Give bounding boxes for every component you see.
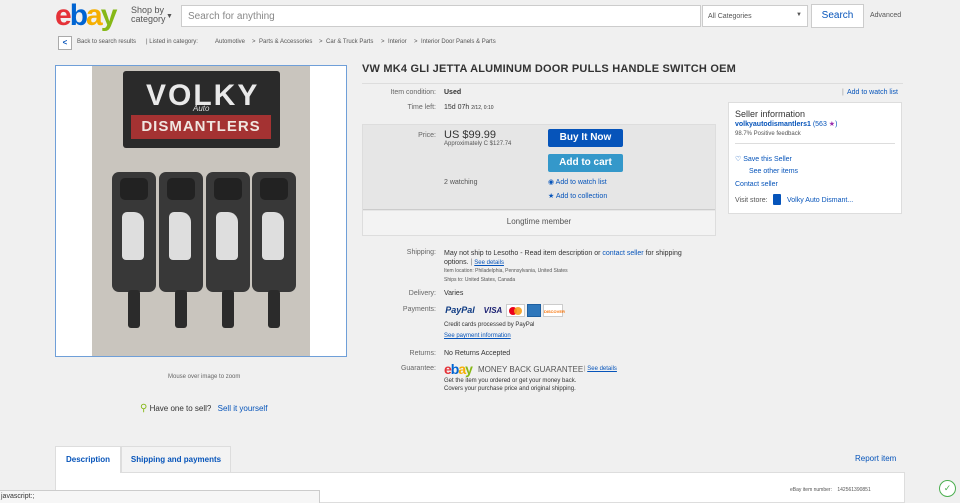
site-header: ebay Shop by category ▼ Search for anyth… xyxy=(0,0,960,34)
caret-down-icon: ▼ xyxy=(796,12,802,18)
breadcrumb-door-panels[interactable]: Interior Door Panels & Parts xyxy=(421,39,496,45)
shield-check-icon[interactable]: ✓ xyxy=(939,480,956,497)
condition-label: Item condition: xyxy=(390,89,436,96)
visit-store-label: Visit store: xyxy=(735,197,768,204)
guarantee-line-2: Covers your purchase price and original … xyxy=(444,386,576,392)
save-seller-link[interactable]: ♡ Save this Seller xyxy=(735,155,792,163)
visa-logo: VISA xyxy=(483,306,503,315)
ebay-guarantee-logo: ebay xyxy=(444,361,473,377)
have-one-to-sell: ⚲ Have one to sell? Sell it yourself xyxy=(140,403,268,414)
breadcrumb-automotive[interactable]: Automotive xyxy=(215,39,245,45)
delivery-label: Delivery: xyxy=(408,290,436,297)
breadcrumb-sep: > xyxy=(319,39,323,45)
caret-down-icon: ▼ xyxy=(166,13,173,20)
price-value: US $99.99 xyxy=(444,129,496,141)
bag-icon: ⚲ xyxy=(140,403,148,414)
back-to-search-link[interactable]: Back to search results xyxy=(77,39,136,45)
returns-value: No Returns Accepted xyxy=(444,350,511,357)
ebay-logo[interactable]: ebay xyxy=(55,1,117,31)
ships-to: Ships to: United States, Canada xyxy=(444,277,516,283)
breadcrumb-sep: > xyxy=(252,39,256,45)
door-handle xyxy=(206,172,250,328)
positive-feedback: 98.7% Positive feedback xyxy=(735,131,801,137)
product-photo[interactable]: VOLKY Auto DISMANTLERS xyxy=(92,66,310,356)
credit-cards-text: Credit cards processed by PayPal xyxy=(444,322,535,328)
returns-label: Returns: xyxy=(409,350,436,357)
contact-seller-link[interactable]: contact seller xyxy=(602,250,643,257)
breadcrumb-parts[interactable]: Parts & Accessories xyxy=(259,39,312,45)
breadcrumb-interior[interactable]: Interior xyxy=(388,39,407,45)
door-handle xyxy=(112,172,156,328)
report-item-link[interactable]: Report item xyxy=(855,454,896,463)
longtime-member-badge: Longtime member xyxy=(363,211,715,235)
add-to-collection-link[interactable]: ★ Add to collection xyxy=(548,192,607,200)
tab-description[interactable]: Description xyxy=(55,446,121,473)
dismantler-sign: VOLKY Auto DISMANTLERS xyxy=(123,71,280,148)
approx-price: Approximately C $127.74 xyxy=(444,141,512,147)
store-link[interactable]: Volky Auto Dismant... xyxy=(787,197,853,204)
buy-it-now-button[interactable]: Buy It Now xyxy=(548,129,623,147)
discover-logo: DISCOVER xyxy=(543,304,565,317)
guarantee-line-1: Get the item you ordered or get your mon… xyxy=(444,378,577,384)
time-left-label: Time left: xyxy=(407,104,436,111)
guarantee-label: Guarantee: xyxy=(400,365,436,372)
feedback-score-link[interactable]: (563 ★) xyxy=(813,121,838,128)
shop-by-category-button[interactable]: Shop by category ▼ xyxy=(131,6,173,24)
breadcrumb-car-truck[interactable]: Car & Truck Parts xyxy=(326,39,373,45)
door-handle xyxy=(252,172,296,328)
paypal-logo: PayPal xyxy=(445,305,475,315)
search-input[interactable]: Search for anything xyxy=(181,5,701,27)
seller-name-row: volkyautodismantlers1 (563 ★) xyxy=(735,120,837,128)
amex-logo xyxy=(527,304,541,317)
shipping-label: Shipping: xyxy=(406,249,436,256)
see-other-items-link[interactable]: See other items xyxy=(749,168,798,175)
search-button[interactable]: Search xyxy=(811,4,864,28)
condition-value: Used xyxy=(444,89,462,96)
item-number: eBay item number: 142561390851 xyxy=(790,487,871,493)
title-divider xyxy=(362,83,903,84)
add-to-watch-list-link[interactable]: ◉ Add to watch list xyxy=(548,178,607,186)
money-back-guarantee-title: MONEY BACK GUARANTEE xyxy=(478,365,584,374)
star-icon: ★ xyxy=(548,193,555,200)
see-payment-info-link[interactable]: See payment information xyxy=(444,333,511,339)
shipping-text: May not ship to Lesotho - Read item desc… xyxy=(444,250,682,266)
breadcrumb-sep: > xyxy=(381,39,385,45)
tab-shipping-payments[interactable]: Shipping and payments xyxy=(121,446,231,473)
item-title: VW MK4 GLI JETTA ALUMINUM DOOR PULLS HAN… xyxy=(362,63,736,75)
shipping-see-details-link[interactable]: See details xyxy=(474,260,504,266)
seller-information-panel: Seller information volkyautodismantlers1… xyxy=(728,102,902,214)
advanced-search-link[interactable]: Advanced xyxy=(870,12,901,19)
mastercard-logo xyxy=(506,304,525,317)
listed-in-label: | Listed in category: xyxy=(146,39,198,45)
divider xyxy=(735,143,895,144)
payments-label: Payments: xyxy=(402,306,436,313)
eye-icon: ◉ xyxy=(548,179,555,186)
divider-pipe: | xyxy=(842,89,844,96)
seller-heading: Seller information xyxy=(735,109,806,119)
back-arrow-icon[interactable]: < xyxy=(58,36,72,50)
price-box: Longtime member xyxy=(362,124,716,236)
time-left-value: 15d 07h 2/12, 0:10 xyxy=(444,104,494,111)
breadcrumb-sep: > xyxy=(414,39,418,45)
zoom-hint: Mouse over image to zoom xyxy=(168,374,241,380)
seller-name-link[interactable]: volkyautodismantlers1 xyxy=(735,121,811,128)
guarantee-see-details[interactable]: | See details xyxy=(584,366,617,372)
heart-icon: ♡ xyxy=(735,156,742,163)
item-location: Item location: Philadelphia, Pennsylvani… xyxy=(444,268,568,274)
price-label: Price: xyxy=(418,132,436,139)
watching-count: 2 watching xyxy=(444,179,478,186)
contact-seller-link[interactable]: Contact seller xyxy=(735,181,778,188)
add-to-cart-button[interactable]: Add to cart xyxy=(548,154,623,172)
sell-it-yourself-link[interactable]: Sell it yourself xyxy=(218,404,268,413)
add-to-watch-list-link-top[interactable]: Add to watch list xyxy=(847,89,898,96)
store-icon xyxy=(773,194,781,205)
browser-status-bar: javascript:; xyxy=(0,490,320,503)
category-select[interactable]: All Categories ▼ xyxy=(702,5,808,27)
delivery-value: Varies xyxy=(444,290,464,297)
door-handle xyxy=(159,172,203,328)
